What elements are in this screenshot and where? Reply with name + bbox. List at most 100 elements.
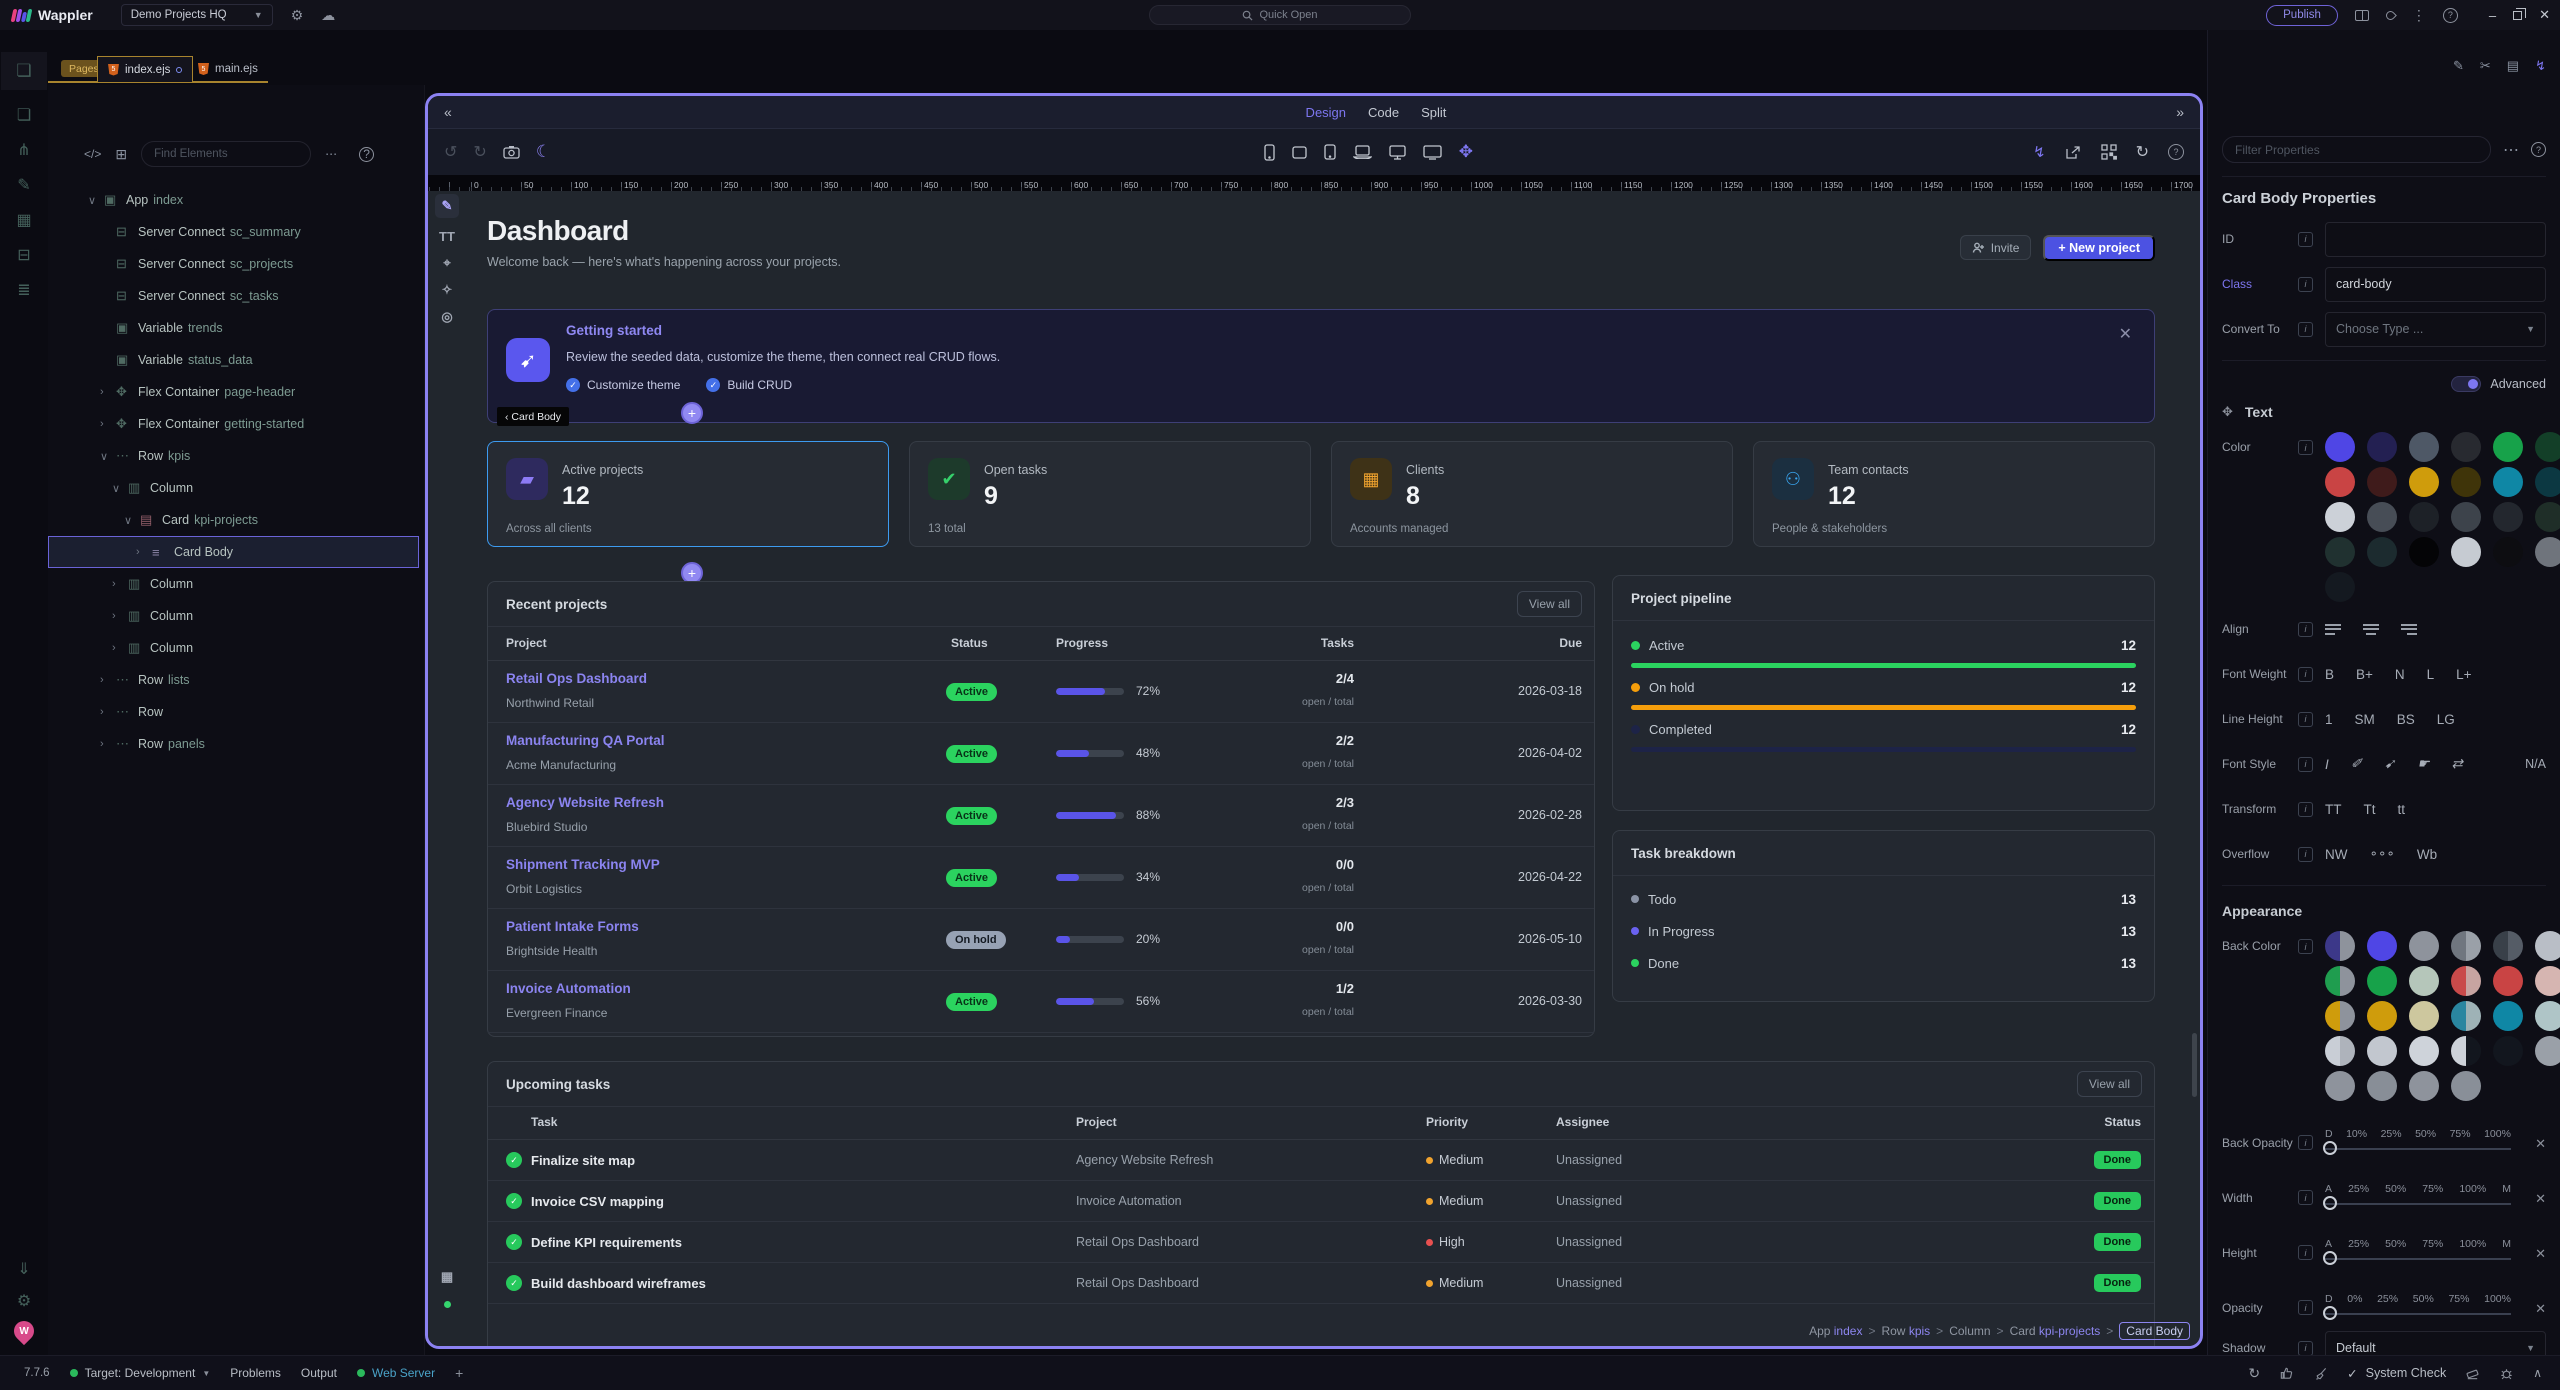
line-height-option[interactable]: 1: [2325, 712, 2333, 727]
project-link[interactable]: Retail Ops Dashboard: [506, 671, 647, 686]
sync-icon[interactable]: ↻: [2248, 1365, 2260, 1382]
color-swatch[interactable]: [2535, 1036, 2560, 1066]
table-row[interactable]: Invoice Automation Evergreen Finance Act…: [488, 971, 1594, 1033]
tree-item[interactable]: › ▥ Column: [48, 568, 424, 600]
view-all-button[interactable]: View all: [2077, 1071, 2142, 1097]
tree-item[interactable]: ∨ ▤ Card kpi-projects: [48, 504, 424, 536]
structure-help-icon[interactable]: ?: [359, 147, 374, 162]
expander-icon[interactable]: ›: [100, 386, 116, 398]
table-row[interactable]: Patient Intake Forms Brightside Health O…: [488, 909, 1594, 971]
pointer-icon[interactable]: ☛: [2417, 756, 2429, 772]
undo-icon[interactable]: ↺: [444, 142, 457, 162]
output-button[interactable]: Output: [301, 1366, 337, 1380]
overflow-option[interactable]: ∘∘∘: [2370, 846, 2395, 862]
select-tool-icon[interactable]: ✎: [435, 194, 459, 218]
advanced-toggle[interactable]: [2451, 376, 2481, 392]
color-swatch[interactable]: [2367, 1036, 2397, 1066]
color-swatch[interactable]: [2325, 931, 2355, 961]
expander-icon[interactable]: ∨: [112, 482, 128, 495]
settings-icon[interactable]: ⚙: [17, 1291, 31, 1311]
broom-icon[interactable]: [2313, 1366, 2328, 1381]
tree-item[interactable]: ⊟ Server Connect sc_projects: [48, 248, 424, 280]
expander-icon[interactable]: ›: [112, 610, 128, 622]
color-swatch[interactable]: [2493, 432, 2523, 462]
close-button[interactable]: ✕: [2539, 7, 2550, 23]
expander-icon[interactable]: ›: [100, 706, 116, 718]
tab-index-ejs[interactable]: 5 index.ejs: [97, 56, 193, 82]
eraser-icon[interactable]: [2465, 1366, 2480, 1381]
color-swatch[interactable]: [2535, 432, 2560, 462]
expander-icon[interactable]: ›: [112, 578, 128, 590]
gear-icon[interactable]: ⚙: [291, 7, 304, 24]
design-canvas[interactable]: ✎TT⌖✧◎ ▦ Dashboard Welcome back — here's…: [428, 191, 2200, 1346]
height-slider[interactable]: [2325, 1258, 2511, 1260]
color-swatch[interactable]: [2325, 537, 2355, 567]
color-swatch[interactable]: [2535, 537, 2560, 567]
color-swatch[interactable]: [2451, 1071, 2481, 1101]
color-swatch[interactable]: [2367, 537, 2397, 567]
color-swatch[interactable]: [2535, 502, 2560, 532]
project-link[interactable]: Manufacturing QA Portal: [506, 733, 665, 748]
transform-option[interactable]: Tt: [2364, 802, 2376, 817]
updates-icon[interactable]: ⇓: [17, 1259, 30, 1279]
width-slider[interactable]: [2325, 1203, 2511, 1205]
color-swatch[interactable]: [2325, 1071, 2355, 1101]
overflow-option[interactable]: NW: [2325, 847, 2348, 862]
tree-item[interactable]: ▣ Variable status_data: [48, 344, 424, 376]
color-swatch[interactable]: [2493, 931, 2523, 961]
expander-icon[interactable]: ›: [100, 418, 116, 430]
database-icon[interactable]: ⊟: [17, 245, 30, 265]
align-right-icon[interactable]: [2401, 621, 2417, 637]
tab-split[interactable]: Split: [1421, 105, 1446, 120]
tree-item[interactable]: › ▥ Column: [48, 632, 424, 664]
tree-item[interactable]: › ⋯ Row panels: [48, 728, 424, 760]
tree-item[interactable]: ∨ ▣ App index: [48, 184, 424, 216]
color-swatch[interactable]: [2409, 502, 2439, 532]
breadcrumb-app-index[interactable]: index: [1834, 1324, 1863, 1338]
cut-panel-icon[interactable]: ✂: [2480, 58, 2491, 78]
font-weight-option[interactable]: B: [2325, 667, 2334, 682]
design-help-icon[interactable]: ?: [2168, 144, 2184, 160]
grid-tool-icon[interactable]: ▦: [441, 1269, 453, 1285]
tree-item[interactable]: › ✥ Flex Container page-header: [48, 376, 424, 408]
expander-icon[interactable]: ›: [112, 642, 128, 654]
refresh-icon[interactable]: ↻: [2136, 142, 2149, 162]
restore-button[interactable]: [2513, 11, 2522, 20]
edit-panel-icon[interactable]: ✎: [2453, 58, 2464, 78]
table-row[interactable]: Shipment Tracking MVP Orbit Logistics Ac…: [488, 847, 1594, 909]
code-view-icon[interactable]: </>: [84, 147, 101, 161]
find-elements-input[interactable]: [141, 141, 311, 167]
color-swatch[interactable]: [2325, 966, 2355, 996]
tree-item[interactable]: › ⋯ Row: [48, 696, 424, 728]
color-swatch[interactable]: [2367, 502, 2397, 532]
help-icon[interactable]: ?: [2443, 8, 2458, 23]
color-swatch[interactable]: [2325, 502, 2355, 532]
wappler-pin-icon[interactable]: W: [10, 1317, 38, 1345]
dark-mode-icon[interactable]: ☾: [536, 142, 551, 162]
convert-to-select[interactable]: Choose Type ... ▼: [2325, 312, 2546, 347]
color-swatch[interactable]: [2409, 467, 2439, 497]
project-selector[interactable]: Demo Projects HQ ▼: [121, 4, 273, 26]
color-swatch[interactable]: [2451, 966, 2481, 996]
breadcrumb-column[interactable]: Column: [1949, 1324, 1990, 1338]
color-swatch[interactable]: [2493, 537, 2523, 567]
inspector-panel-icon[interactable]: ↯: [2535, 58, 2546, 78]
font-weight-option[interactable]: B+: [2356, 667, 2373, 682]
table-row[interactable]: Manufacturing QA Portal Acme Manufacturi…: [488, 723, 1594, 785]
layout-columns-icon[interactable]: [2355, 10, 2369, 21]
clear-icon[interactable]: ✕: [2535, 1246, 2546, 1262]
color-swatch[interactable]: [2367, 1001, 2397, 1031]
actions-bolt-icon[interactable]: ↯: [2033, 143, 2046, 161]
project-link[interactable]: Invoice Automation: [506, 981, 631, 996]
color-swatch[interactable]: [2451, 432, 2481, 462]
properties-help-icon[interactable]: ?: [2531, 142, 2546, 157]
color-swatch[interactable]: [2409, 537, 2439, 567]
table-row[interactable]: ✓ Build dashboard wireframes Retail Ops …: [488, 1263, 2154, 1304]
color-swatch[interactable]: [2535, 931, 2560, 961]
color-swatch[interactable]: [2409, 1036, 2439, 1066]
kpi-card[interactable]: ▰ Active projects 12 Across all clients: [487, 441, 889, 547]
tree-item[interactable]: › ▥ Column: [48, 600, 424, 632]
collapse-bar-icon[interactable]: ∧: [2533, 1366, 2542, 1380]
properties-menu-icon[interactable]: ⋯: [2503, 140, 2519, 160]
thumbs-up-icon[interactable]: [2279, 1366, 2294, 1381]
